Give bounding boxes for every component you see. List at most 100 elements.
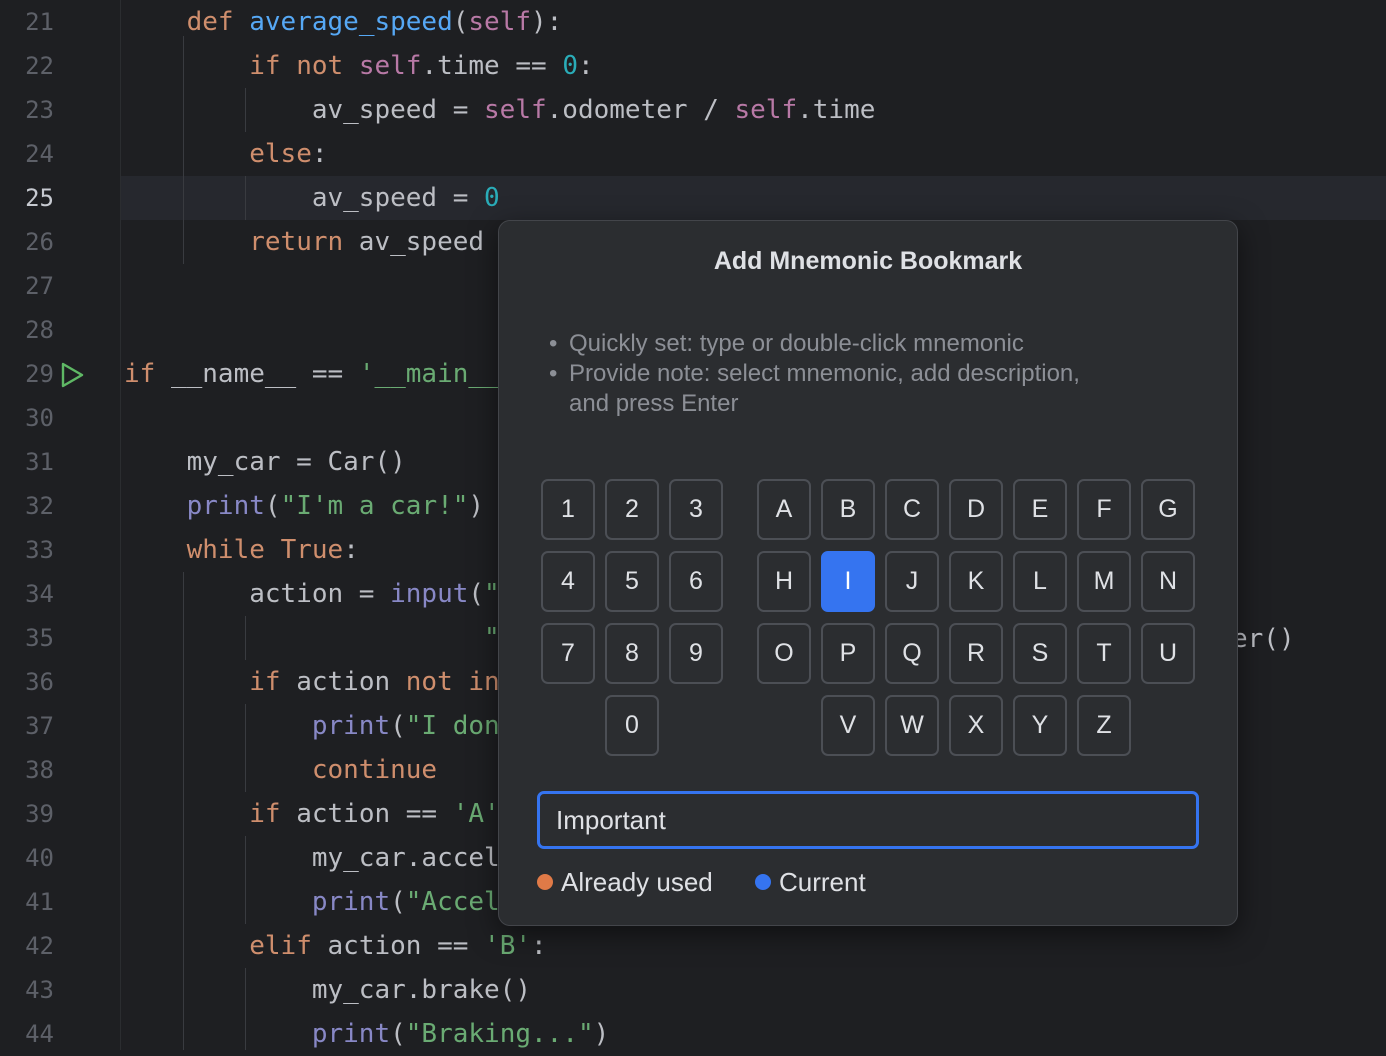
code-line: print("Braking...") [124,1012,609,1056]
code-token: av_speed = [124,183,484,213]
mnemonic-key-g[interactable]: G [1141,479,1195,540]
add-mnemonic-bookmark-popup: Add Mnemonic Bookmark •Quickly set: type… [498,220,1238,926]
code-line: action = input(" [124,572,500,616]
code-token: ( [390,711,406,741]
code-token: ) [594,1019,610,1049]
code-token: "Accel [406,887,500,917]
mnemonic-key-f[interactable]: F [1077,479,1131,540]
code-line: if action not in [124,660,500,704]
code-token [234,7,250,37]
code-token [124,139,249,169]
mnemonic-key-5[interactable]: 5 [605,551,659,612]
code-line: print("I don [124,704,500,748]
mnemonic-key-o[interactable]: O [757,623,811,684]
code-token: while [187,535,265,565]
mnemonic-key-7[interactable]: 7 [541,623,595,684]
code-token: ( [390,887,406,917]
code-token: action [281,667,406,697]
line-number: 23 [0,88,54,132]
code-line: my_car = Car() [124,440,406,484]
mnemonic-key-h[interactable]: H [757,551,811,612]
mnemonic-key-s[interactable]: S [1013,623,1067,684]
code-token: action == [281,799,453,829]
code-line: if __name__ == '__main__ [124,352,500,396]
code-token [124,623,484,653]
mnemonic-key-t[interactable]: T [1077,623,1131,684]
mnemonic-key-n[interactable]: N [1141,551,1195,612]
code-token [124,51,249,81]
code-token [124,491,187,521]
mnemonic-key-b[interactable]: B [821,479,875,540]
code-token: input [390,579,468,609]
mnemonic-key-q[interactable]: Q [885,623,939,684]
line-number: 37 [0,704,54,748]
legend-already-used: Already used [537,865,713,899]
mnemonic-key-x[interactable]: X [949,695,1003,756]
line-number: 29 [0,352,54,396]
mnemonic-key-d[interactable]: D [949,479,1003,540]
bookmark-description-input[interactable] [537,791,1199,849]
line-number: 27 [0,264,54,308]
mnemonic-key-e[interactable]: E [1013,479,1067,540]
code-line: if action == 'A' [124,792,500,836]
mnemonic-key-i[interactable]: I [821,551,875,612]
line-number: 44 [0,1012,54,1056]
mnemonic-key-y[interactable]: Y [1013,695,1067,756]
code-token [124,931,249,961]
code-line: return av_speed [124,220,484,264]
code-token: "I'm a car!" [281,491,469,521]
run-icon[interactable] [58,361,86,389]
mnemonic-key-a[interactable]: A [757,479,811,540]
mnemonic-key-0[interactable]: 0 [605,695,659,756]
line-number: 43 [0,968,54,1012]
line-number: 35 [0,616,54,660]
code-line: my_car.brake() [124,968,531,1012]
code-line: if not self.time == 0: [124,44,594,88]
line-number-gutter: 2122232425262728293031323334353637383940… [0,0,121,1050]
mnemonic-key-u[interactable]: U [1141,623,1195,684]
code-line: while True: [124,528,359,572]
code-token: self [735,95,798,125]
code-token: ): [531,7,562,37]
code-token: self [468,7,531,37]
code-token [124,711,312,741]
line-number: 24 [0,132,54,176]
mnemonic-key-8[interactable]: 8 [605,623,659,684]
hint-text: Provide note: select mnemonic, add descr… [569,359,1080,389]
mnemonic-key-2[interactable]: 2 [605,479,659,540]
mnemonic-key-v[interactable]: V [821,695,875,756]
mnemonic-key-4[interactable]: 4 [541,551,595,612]
code-token [124,887,312,917]
code-line: av_speed = self.odometer / self.time [124,88,875,132]
code-token: print [187,491,265,521]
mnemonic-key-w[interactable]: W [885,695,939,756]
code-token: if [124,359,155,389]
hint-text: and press Enter [569,389,738,419]
line-number: 26 [0,220,54,264]
mnemonic-key-m[interactable]: M [1077,551,1131,612]
code-token: print [312,711,390,741]
mnemonic-key-r[interactable]: R [949,623,1003,684]
mnemonic-key-z[interactable]: Z [1077,695,1131,756]
code-token: .odometer / [547,95,735,125]
code-token: elif [249,931,312,961]
mnemonic-key-1[interactable]: 1 [541,479,595,540]
mnemonic-key-c[interactable]: C [885,479,939,540]
code-token: 0 [562,51,578,81]
mnemonic-key-p[interactable]: P [821,623,875,684]
code-line: av_speed = 0 [124,176,500,220]
code-line: def average_speed(self): [124,0,562,44]
code-line: else: [124,132,328,176]
mnemonic-key-j[interactable]: J [885,551,939,612]
code-token: : [343,535,359,565]
code-line: print("I'm a car!") [124,484,484,528]
mnemonic-key-k[interactable]: K [949,551,1003,612]
mnemonic-key-6[interactable]: 6 [669,551,723,612]
mnemonic-key-9[interactable]: 9 [669,623,723,684]
code-token [124,799,249,829]
code-token: my_car = Car() [124,447,406,477]
code-token [124,7,187,37]
code-token [124,535,187,565]
mnemonic-key-l[interactable]: L [1013,551,1067,612]
mnemonic-key-3[interactable]: 3 [669,479,723,540]
